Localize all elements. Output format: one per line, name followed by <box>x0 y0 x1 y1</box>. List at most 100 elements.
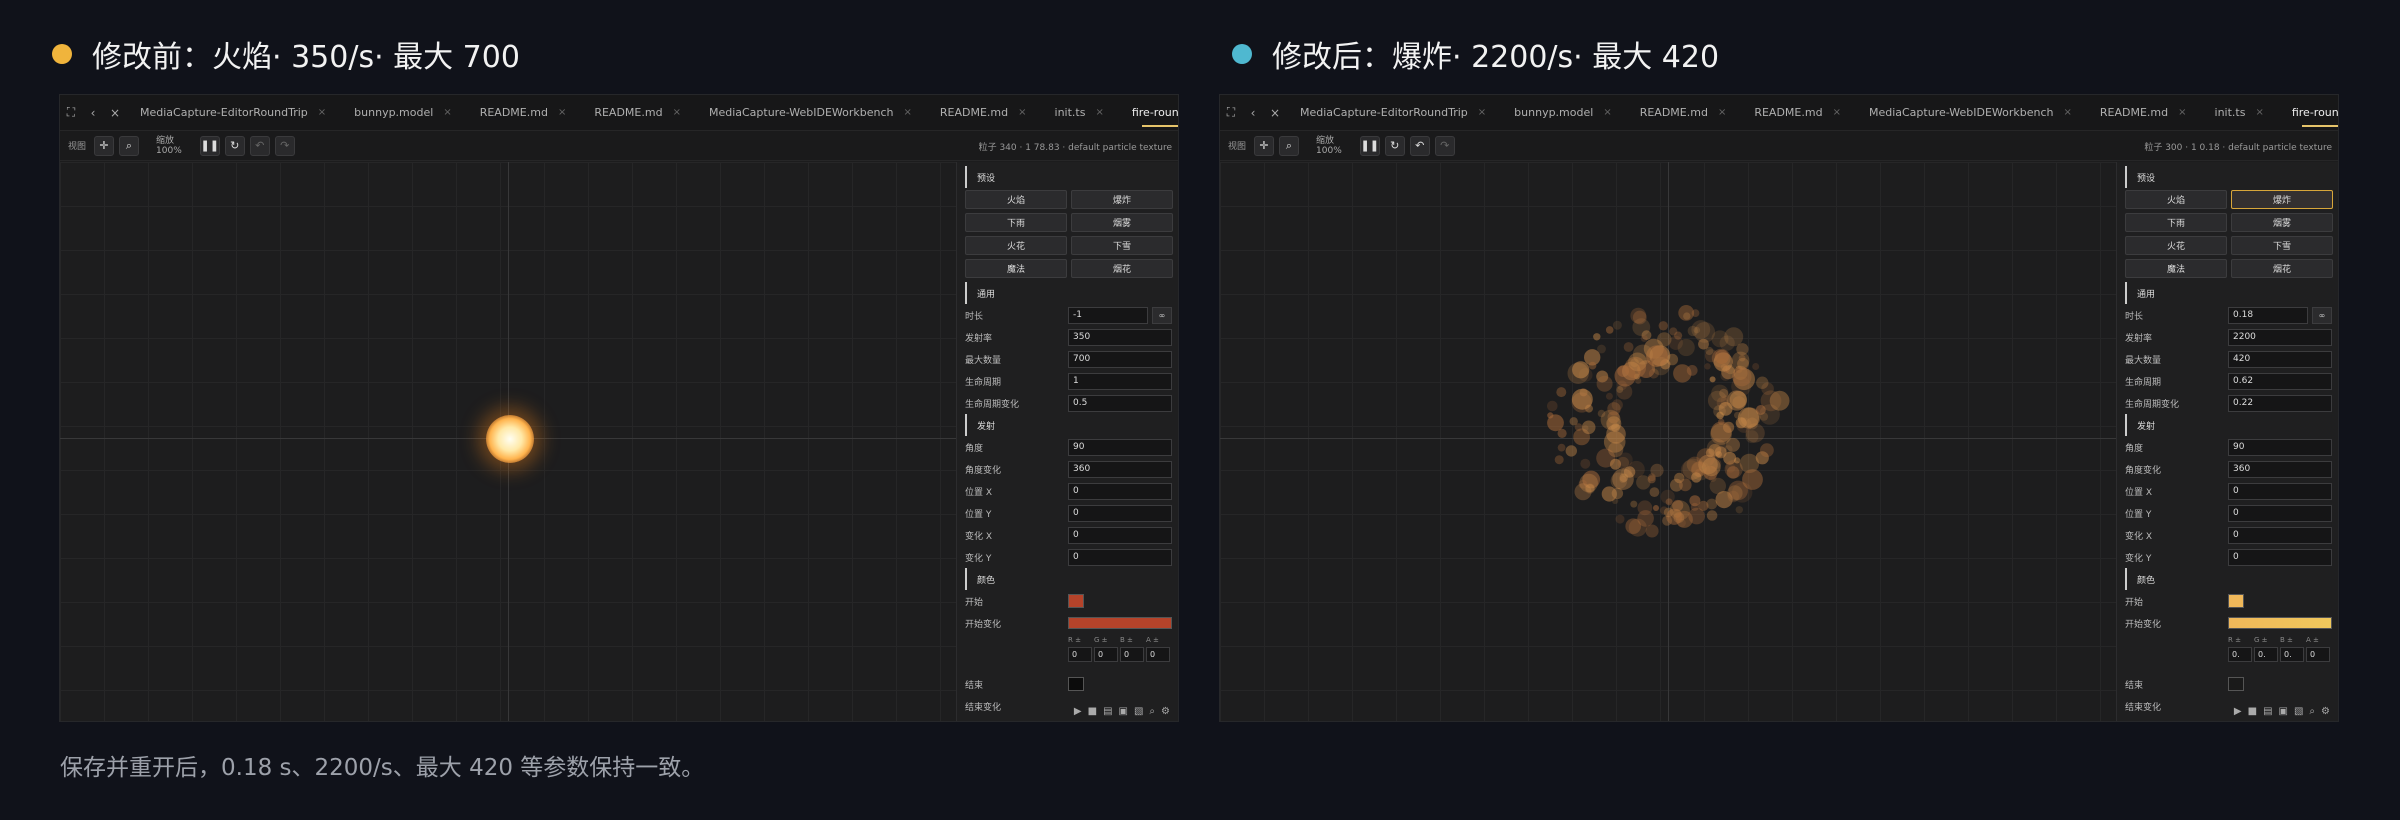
preset-button[interactable]: 火焰 <box>965 190 1067 209</box>
tab-0[interactable]: MediaCapture-EditorRoundTrip × <box>126 95 340 130</box>
stop-icon[interactable]: ■ <box>1088 706 1097 717</box>
preset-button[interactable]: 烟雾 <box>2231 213 2333 232</box>
preset-button[interactable]: 下雪 <box>1071 236 1173 255</box>
tab-close-icon[interactable]: × <box>1718 107 1726 118</box>
preset-button[interactable]: 下雨 <box>2125 213 2227 232</box>
tab-1[interactable]: bunnyp.model × <box>340 95 466 130</box>
color-variation-bar[interactable] <box>1068 617 1172 629</box>
crosshair-icon[interactable]: ✛ <box>1254 135 1275 156</box>
color-start-swatch[interactable] <box>2228 594 2244 608</box>
property-input[interactable]: 0 <box>2228 504 2332 522</box>
tab-close-icon[interactable]: × <box>104 106 126 120</box>
rgba-input[interactable]: 0. <box>2254 647 2278 662</box>
rgba-input[interactable]: 0. <box>2228 647 2252 662</box>
tab-6[interactable]: init.ts × <box>1041 95 1118 130</box>
property-input[interactable]: 0.62 <box>2228 372 2332 390</box>
tab-0[interactable]: MediaCapture-EditorRoundTrip × <box>1286 95 1500 130</box>
file-icon[interactable]: ▤ <box>1103 706 1112 717</box>
tab-1[interactable]: bunnyp.model × <box>1500 95 1626 130</box>
rgba-input[interactable]: 0. <box>2280 647 2304 662</box>
rgba-input[interactable]: 0 <box>1120 647 1144 662</box>
undo-icon[interactable]: ↶ <box>249 135 270 156</box>
preset-button[interactable]: 烟雾 <box>1071 213 1173 232</box>
tab-3[interactable]: README.md × <box>580 95 695 130</box>
property-input[interactable]: 0 <box>2228 482 2332 500</box>
infinity-toggle-icon[interactable]: ∞ <box>2312 306 2332 324</box>
play-icon[interactable]: ▶ <box>2234 706 2242 717</box>
rgba-input[interactable]: 0 <box>1068 647 1092 662</box>
preset-button[interactable]: 火焰 <box>2125 190 2227 209</box>
image-icon[interactable]: ▧ <box>2294 706 2303 717</box>
property-input[interactable]: 0 <box>2228 548 2332 566</box>
tab-close-icon[interactable]: × <box>904 107 912 118</box>
image-icon[interactable]: ▧ <box>1134 706 1143 717</box>
play-icon[interactable]: ▶ <box>1074 706 1082 717</box>
preset-button[interactable]: 火花 <box>2125 236 2227 255</box>
redo-icon[interactable]: ↷ <box>274 135 295 156</box>
file-icon[interactable]: ▤ <box>2263 706 2272 717</box>
tab-3[interactable]: README.md × <box>1740 95 1855 130</box>
rgba-input[interactable]: 0 <box>1146 647 1170 662</box>
property-input[interactable]: 0 <box>1068 526 1172 544</box>
tab-close-icon[interactable]: × <box>318 107 326 118</box>
search-icon[interactable]: ⌕ <box>1149 706 1155 717</box>
tab-close-icon[interactable]: × <box>673 107 681 118</box>
redo-icon[interactable]: ↷ <box>1434 135 1455 156</box>
tab-close-icon[interactable]: × <box>1264 106 1286 120</box>
tab-7[interactable]: fire-roundtrip.par× <box>2278 95 2338 130</box>
tab-5[interactable]: README.md × <box>926 95 1041 130</box>
preset-button[interactable]: 魔法 <box>2125 259 2227 278</box>
color-end-swatch[interactable] <box>2228 677 2244 691</box>
search-icon[interactable]: ⌕ <box>119 135 140 156</box>
tab-close-icon[interactable]: × <box>2255 107 2263 118</box>
tab-close-icon[interactable]: × <box>2064 107 2072 118</box>
tab-6[interactable]: init.ts × <box>2201 95 2278 130</box>
property-input[interactable]: 0.5 <box>1068 394 1172 412</box>
tab-close-icon[interactable]: × <box>1478 107 1486 118</box>
property-input[interactable]: 360 <box>2228 460 2332 478</box>
property-input[interactable]: -1 <box>1068 306 1148 324</box>
search-icon[interactable]: ⌕ <box>1279 135 1300 156</box>
tab-5[interactable]: README.md × <box>2086 95 2201 130</box>
fullscreen-icon[interactable]: ⛶ <box>60 105 82 120</box>
property-input[interactable]: 0 <box>2228 526 2332 544</box>
stop-icon[interactable]: ■ <box>2248 706 2257 717</box>
property-input[interactable]: 0.18 <box>2228 306 2308 324</box>
preset-button[interactable]: 火花 <box>965 236 1067 255</box>
particle-viewport[interactable] <box>60 162 956 721</box>
tab-2[interactable]: README.md × <box>466 95 581 130</box>
tab-close-icon[interactable]: × <box>1095 107 1103 118</box>
preset-button[interactable]: 魔法 <box>965 259 1067 278</box>
property-input[interactable]: 0 <box>1068 482 1172 500</box>
preset-button[interactable]: 烟花 <box>2231 259 2333 278</box>
gear-icon[interactable]: ⚙ <box>2321 706 2330 717</box>
rgba-input[interactable]: 0 <box>1094 647 1118 662</box>
back-arrow-icon[interactable]: ‹ <box>1242 106 1264 120</box>
color-end-swatch[interactable] <box>1068 677 1084 691</box>
undo-icon[interactable]: ↶ <box>1409 135 1430 156</box>
save-icon[interactable]: ▣ <box>1119 706 1128 717</box>
gear-icon[interactable]: ⚙ <box>1161 706 1170 717</box>
property-input[interactable]: 90 <box>2228 438 2332 456</box>
tab-close-icon[interactable]: × <box>2178 107 2186 118</box>
property-input[interactable]: 0.22 <box>2228 394 2332 412</box>
property-input[interactable]: 0 <box>1068 504 1172 522</box>
preset-button[interactable]: 爆炸 <box>2231 190 2333 209</box>
pause-icon[interactable]: ❚❚ <box>1359 135 1380 156</box>
property-input[interactable]: 420 <box>2228 350 2332 368</box>
property-input[interactable]: 1 <box>1068 372 1172 390</box>
pause-icon[interactable]: ❚❚ <box>199 135 220 156</box>
preset-button[interactable]: 下雪 <box>2231 236 2333 255</box>
infinity-toggle-icon[interactable]: ∞ <box>1152 306 1172 324</box>
property-input[interactable]: 0 <box>1068 548 1172 566</box>
tab-4[interactable]: MediaCapture-WebIDEWorkbench × <box>695 95 926 130</box>
crosshair-icon[interactable]: ✛ <box>94 135 115 156</box>
tab-7[interactable]: fire-roundtrip.par× <box>1118 95 1178 130</box>
tab-close-icon[interactable]: × <box>1603 107 1611 118</box>
tab-4[interactable]: MediaCapture-WebIDEWorkbench × <box>1855 95 2086 130</box>
tab-close-icon[interactable]: × <box>1833 107 1841 118</box>
restart-icon[interactable]: ↻ <box>224 135 245 156</box>
color-start-swatch[interactable] <box>1068 594 1084 608</box>
property-input[interactable]: 90 <box>1068 438 1172 456</box>
restart-icon[interactable]: ↻ <box>1384 135 1405 156</box>
